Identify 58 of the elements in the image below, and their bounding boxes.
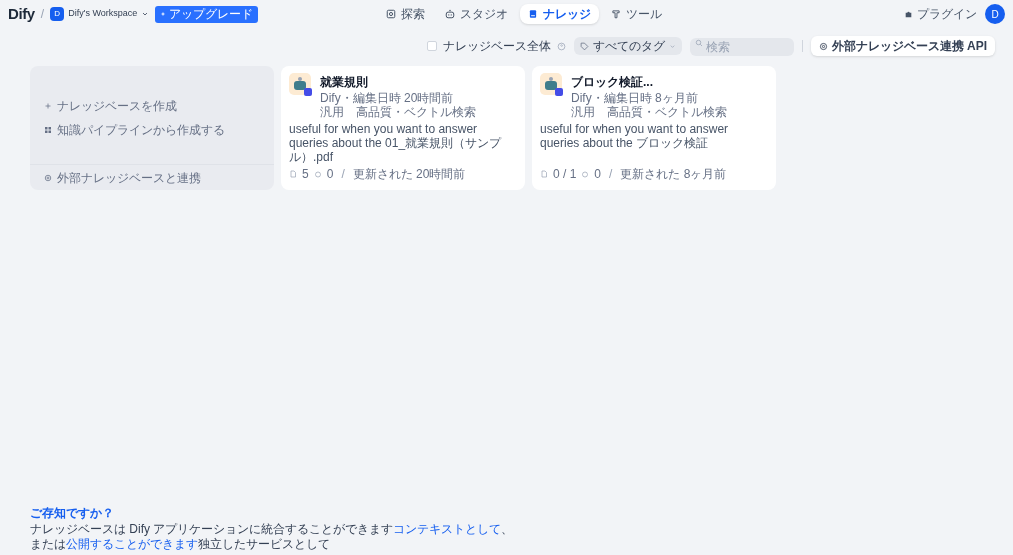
nav-tab[interactable]: スタジオ — [437, 4, 516, 24]
card-meta: Dify・編集日時 8ヶ月前 — [571, 91, 699, 105]
upgrade-button[interactable]: アップグレード — [155, 5, 259, 23]
pipeline-icon — [44, 126, 52, 134]
app-count: 0 — [326, 166, 334, 183]
card-tags: 汎用 高品質・ベクトル検索 — [571, 105, 727, 119]
plugins-button[interactable]: プラグイン — [904, 5, 977, 23]
document-count: 0 / 1 — [553, 166, 577, 183]
book-icon — [528, 9, 538, 19]
tag-filter[interactable]: すべてのタグ — [573, 37, 682, 55]
separator: / — [609, 166, 613, 183]
wrench-icon — [611, 9, 621, 19]
card-description: useful for when you want to answer queries about the 01_就業規則（サンプル）.pdf — [289, 122, 503, 164]
create-option[interactable]: 知識パイプラインから作成する — [44, 121, 260, 139]
updated-time: 更新された 8ヶ月前 — [620, 166, 727, 183]
tip-text: または公開することができます独立したサービスとして — [30, 537, 331, 552]
tip-link[interactable]: 公開することができます — [66, 537, 198, 551]
app-count: 0 — [594, 166, 602, 183]
card-description: useful for when you want to answer queries about the ブロック検証 — [540, 122, 730, 150]
document-count: 5 — [302, 166, 309, 183]
logo[interactable]: Dify — [8, 2, 35, 26]
chevron-down-icon — [668, 42, 676, 50]
nav-tab[interactable]: ナレッジ — [520, 4, 599, 24]
connect-external-button[interactable]: 外部ナレッジベースと連携 — [44, 168, 201, 187]
checkbox-label: ナレッジベース全体 — [442, 38, 551, 55]
robot-icon — [445, 9, 455, 19]
workspace-avatar: D — [50, 7, 65, 21]
card-title: 就業規則 — [320, 74, 369, 91]
workspace-selector[interactable]: D Dify's Workspace — [50, 7, 150, 21]
tip-link[interactable]: コンテキストとして — [393, 522, 502, 536]
external-api-button[interactable]: 外部ナレッジベース連携 API — [810, 36, 995, 56]
chevron-down-icon — [141, 10, 150, 18]
create-option[interactable]: ナレッジベースを作成 — [44, 97, 260, 115]
breadcrumb-separator: / — [40, 6, 45, 23]
square-icon — [386, 9, 396, 19]
tag-icon — [579, 41, 589, 51]
tip-text: ナレッジベースは Dify アプリケーションに統合することができます コンテキストとして、 — [30, 522, 515, 537]
search-icon — [694, 39, 703, 47]
user-avatar[interactable]: D — [985, 4, 1005, 24]
nav-tab[interactable]: 探索 — [378, 4, 433, 24]
card-title: ブロック検証... — [571, 74, 654, 91]
help-icon — [556, 41, 566, 51]
sparkle-icon — [160, 11, 167, 17]
robot-icon — [540, 73, 563, 96]
knowledge-card[interactable]: 就業規則 Dify・編集日時 20時間前 汎用 高品質・ベクトル検索 useful for when you want to answer queries about the 01_就業規則（サンプル）.pdf 5 0 / 更新された 20時間前 — [281, 66, 525, 190]
card-tags: 汎用 高品質・ベクトル検索 — [320, 105, 476, 119]
robot-icon — [289, 73, 312, 96]
card-meta: Dify・編集日時 20時間前 — [320, 91, 455, 105]
nav-tab[interactable]: ツール — [603, 4, 670, 24]
tip-title: ご存知ですか？ — [30, 505, 115, 522]
plus-icon — [44, 102, 52, 110]
knowledge-card[interactable]: ブロック検証... Dify・編集日時 8ヶ月前 汎用 高品質・ベクトル検索 useful for when you want to answer queries about the ブロック検証 0 / 1 0 / 更新された 8ヶ月前 — [532, 66, 776, 190]
document-icon — [289, 170, 297, 178]
updated-time: 更新された 20時間前 — [352, 166, 466, 183]
search-field[interactable]: 検索 — [689, 38, 794, 56]
document-icon — [540, 170, 548, 178]
checkbox[interactable] — [426, 41, 437, 51]
separator: / — [341, 166, 345, 183]
